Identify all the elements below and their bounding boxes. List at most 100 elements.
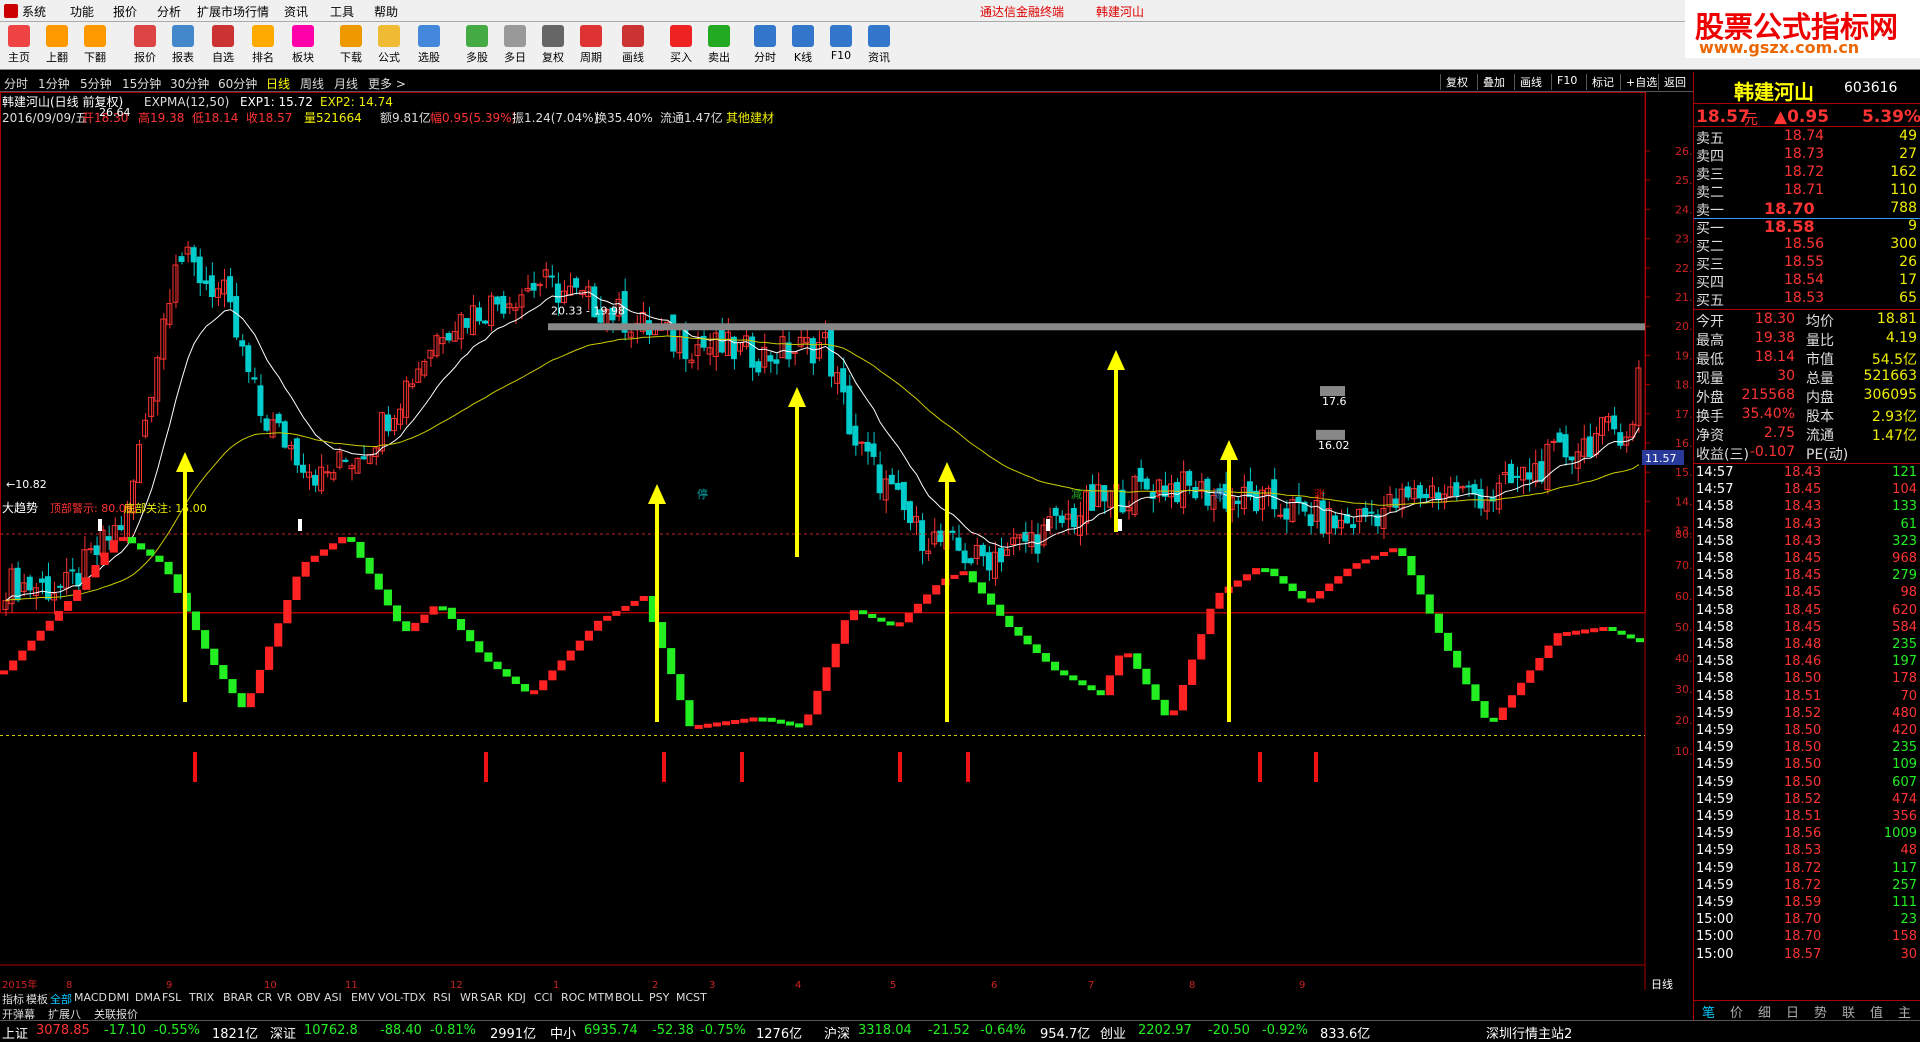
- toolbar-label: 资讯: [868, 51, 890, 64]
- menu-item[interactable]: 分析: [157, 3, 181, 20]
- period-tab[interactable]: 分时: [4, 75, 28, 92]
- toolbar-button[interactable]: 选股: [412, 25, 446, 67]
- indicator-tab[interactable]: CCI: [534, 991, 553, 1004]
- period-tab[interactable]: 15分钟: [122, 75, 161, 92]
- panel-tab[interactable]: 日: [1786, 1002, 1799, 1021]
- toolbar-button[interactable]: 多日: [498, 25, 532, 67]
- candle-body: [894, 482, 901, 490]
- chart-tool-button[interactable]: 标记: [1586, 74, 1619, 90]
- indicator-tab[interactable]: MCST: [676, 991, 707, 1004]
- ind-step: [54, 610, 63, 621]
- chart-tool-button[interactable]: 返回: [1658, 74, 1691, 90]
- indicator-tab[interactable]: EMV: [351, 991, 375, 1004]
- toolbar-button[interactable]: 画线: [616, 25, 650, 67]
- toolbar-button[interactable]: 公式: [372, 25, 406, 67]
- chart-tool-button[interactable]: +自选: [1620, 74, 1662, 90]
- panel-tab[interactable]: 势: [1814, 1002, 1827, 1021]
- toolbar-button[interactable]: K线: [786, 25, 820, 67]
- chart-tool-button[interactable]: 叠加: [1477, 74, 1510, 90]
- panel-tab[interactable]: 细: [1758, 1002, 1771, 1021]
- period-tab[interactable]: 60分钟: [218, 75, 257, 92]
- kline-chart[interactable]: 26.00 25.00 24.00 23.00 22.00 21.00 20.00 19.00…: [0, 92, 1693, 990]
- toolbar-button[interactable]: 卖出: [702, 25, 736, 67]
- ind-step: [383, 589, 392, 606]
- toolbar-button[interactable]: 多股: [460, 25, 494, 67]
- panel-tab[interactable]: 值: [1870, 1002, 1883, 1021]
- cur-price-label: 11.57: [1645, 452, 1677, 465]
- quote-label: 卖三: [1696, 167, 1724, 183]
- toolbar-button[interactable]: 资讯: [862, 25, 896, 67]
- period-tab[interactable]: 更多 >: [368, 75, 406, 92]
- tick-row: 14:58 18.51 70: [1694, 689, 1920, 707]
- indicator-tab[interactable]: MACD: [74, 991, 107, 1004]
- chart-tool-button[interactable]: 复权: [1440, 74, 1473, 90]
- toolbar-button[interactable]: 板块: [286, 25, 320, 67]
- candle-body: [1143, 478, 1150, 490]
- toolbar-button[interactable]: 下翻: [78, 25, 112, 67]
- toolbar-button[interactable]: 周期: [574, 25, 608, 67]
- panel-tab[interactable]: 价: [1730, 1002, 1743, 1021]
- stat-label: 内盘: [1806, 390, 1834, 406]
- ind-step: [301, 561, 310, 577]
- candle-body: [1404, 486, 1411, 498]
- toolbar-button[interactable]: 买入: [664, 25, 698, 67]
- menu-item[interactable]: 帮助: [374, 3, 398, 20]
- chart-tool-button[interactable]: 画线: [1514, 74, 1547, 90]
- indicator-tab[interactable]: VR: [277, 991, 292, 1004]
- indicator-tab[interactable]: CR: [257, 991, 272, 1004]
- period-tab[interactable]: 30分钟: [170, 75, 209, 92]
- indicator-tab[interactable]: DMA: [135, 991, 161, 1004]
- indicator-tab[interactable]: OBV: [297, 991, 320, 1004]
- menu-item[interactable]: 扩展市场行情: [197, 3, 269, 20]
- indicator-tab[interactable]: TRIX: [189, 991, 214, 1004]
- toolbar-button[interactable]: 上翻: [40, 25, 74, 67]
- toolbar-button[interactable]: 报表: [166, 25, 200, 67]
- toolbar-button[interactable]: 复权: [536, 25, 570, 67]
- ind-step: [584, 630, 594, 641]
- indicator-tab[interactable]: BRAR: [223, 991, 253, 1004]
- indicator-tab[interactable]: MTM: [588, 991, 614, 1004]
- toolbar-button[interactable]: 报价: [128, 25, 162, 67]
- period-tab[interactable]: 1分钟: [38, 75, 70, 92]
- toolbar-button[interactable]: 分时: [748, 25, 782, 67]
- menu-item[interactable]: 功能: [70, 3, 94, 20]
- indicator-tab[interactable]: SAR: [480, 991, 502, 1004]
- indicator-tab[interactable]: BOLL: [615, 991, 643, 1004]
- candle-body: [482, 320, 489, 324]
- period-tab[interactable]: 日线: [266, 75, 290, 92]
- indicator-tab[interactable]: KDJ: [507, 991, 526, 1004]
- indicator-tab[interactable]: VOL-TDX: [378, 991, 426, 1004]
- indicator-tab[interactable]: ASI: [324, 991, 342, 1004]
- period-tab[interactable]: 月线: [334, 75, 358, 92]
- stock-name: 韩建河山: [1734, 80, 1814, 104]
- period-tab[interactable]: 周线: [300, 75, 324, 92]
- ind-step: [1526, 670, 1535, 683]
- ind-step: [548, 670, 557, 681]
- toolbar-button[interactable]: 主页: [2, 25, 36, 67]
- toolbar-button[interactable]: F10: [824, 25, 858, 67]
- toolbar-button[interactable]: 排名: [246, 25, 280, 67]
- indicator-tab[interactable]: PSY: [649, 991, 669, 1004]
- indicator-tab[interactable]: DMI: [108, 991, 129, 1004]
- menu-item[interactable]: 报价: [113, 3, 137, 20]
- tick-time: 14:57: [1696, 482, 1734, 498]
- panel-tab[interactable]: 联: [1842, 1002, 1855, 1021]
- indicator-tab[interactable]: WR: [460, 991, 479, 1004]
- period-tab[interactable]: 5分钟: [80, 75, 112, 92]
- indicator-tab[interactable]: ROC: [561, 991, 585, 1004]
- candle-body: [530, 282, 537, 291]
- menu-item[interactable]: 资讯: [284, 3, 308, 20]
- panel-tab[interactable]: 笔: [1702, 1002, 1715, 1021]
- toolbar-button[interactable]: 下载: [334, 25, 368, 67]
- chart-tool-button[interactable]: F10: [1551, 74, 1582, 90]
- arrow-head-icon: [648, 484, 666, 504]
- ind-step: [987, 593, 996, 605]
- indicator-tab[interactable]: FSL: [162, 991, 181, 1004]
- ind-step: [420, 614, 429, 623]
- panel-tab[interactable]: 主: [1898, 1002, 1911, 1021]
- toolbar-button[interactable]: 自选: [206, 25, 240, 67]
- menu-item[interactable]: 工具: [330, 3, 354, 20]
- candle-body: [1252, 490, 1259, 512]
- menu-item[interactable]: 系统: [22, 3, 46, 20]
- indicator-tab[interactable]: RSI: [433, 991, 451, 1004]
